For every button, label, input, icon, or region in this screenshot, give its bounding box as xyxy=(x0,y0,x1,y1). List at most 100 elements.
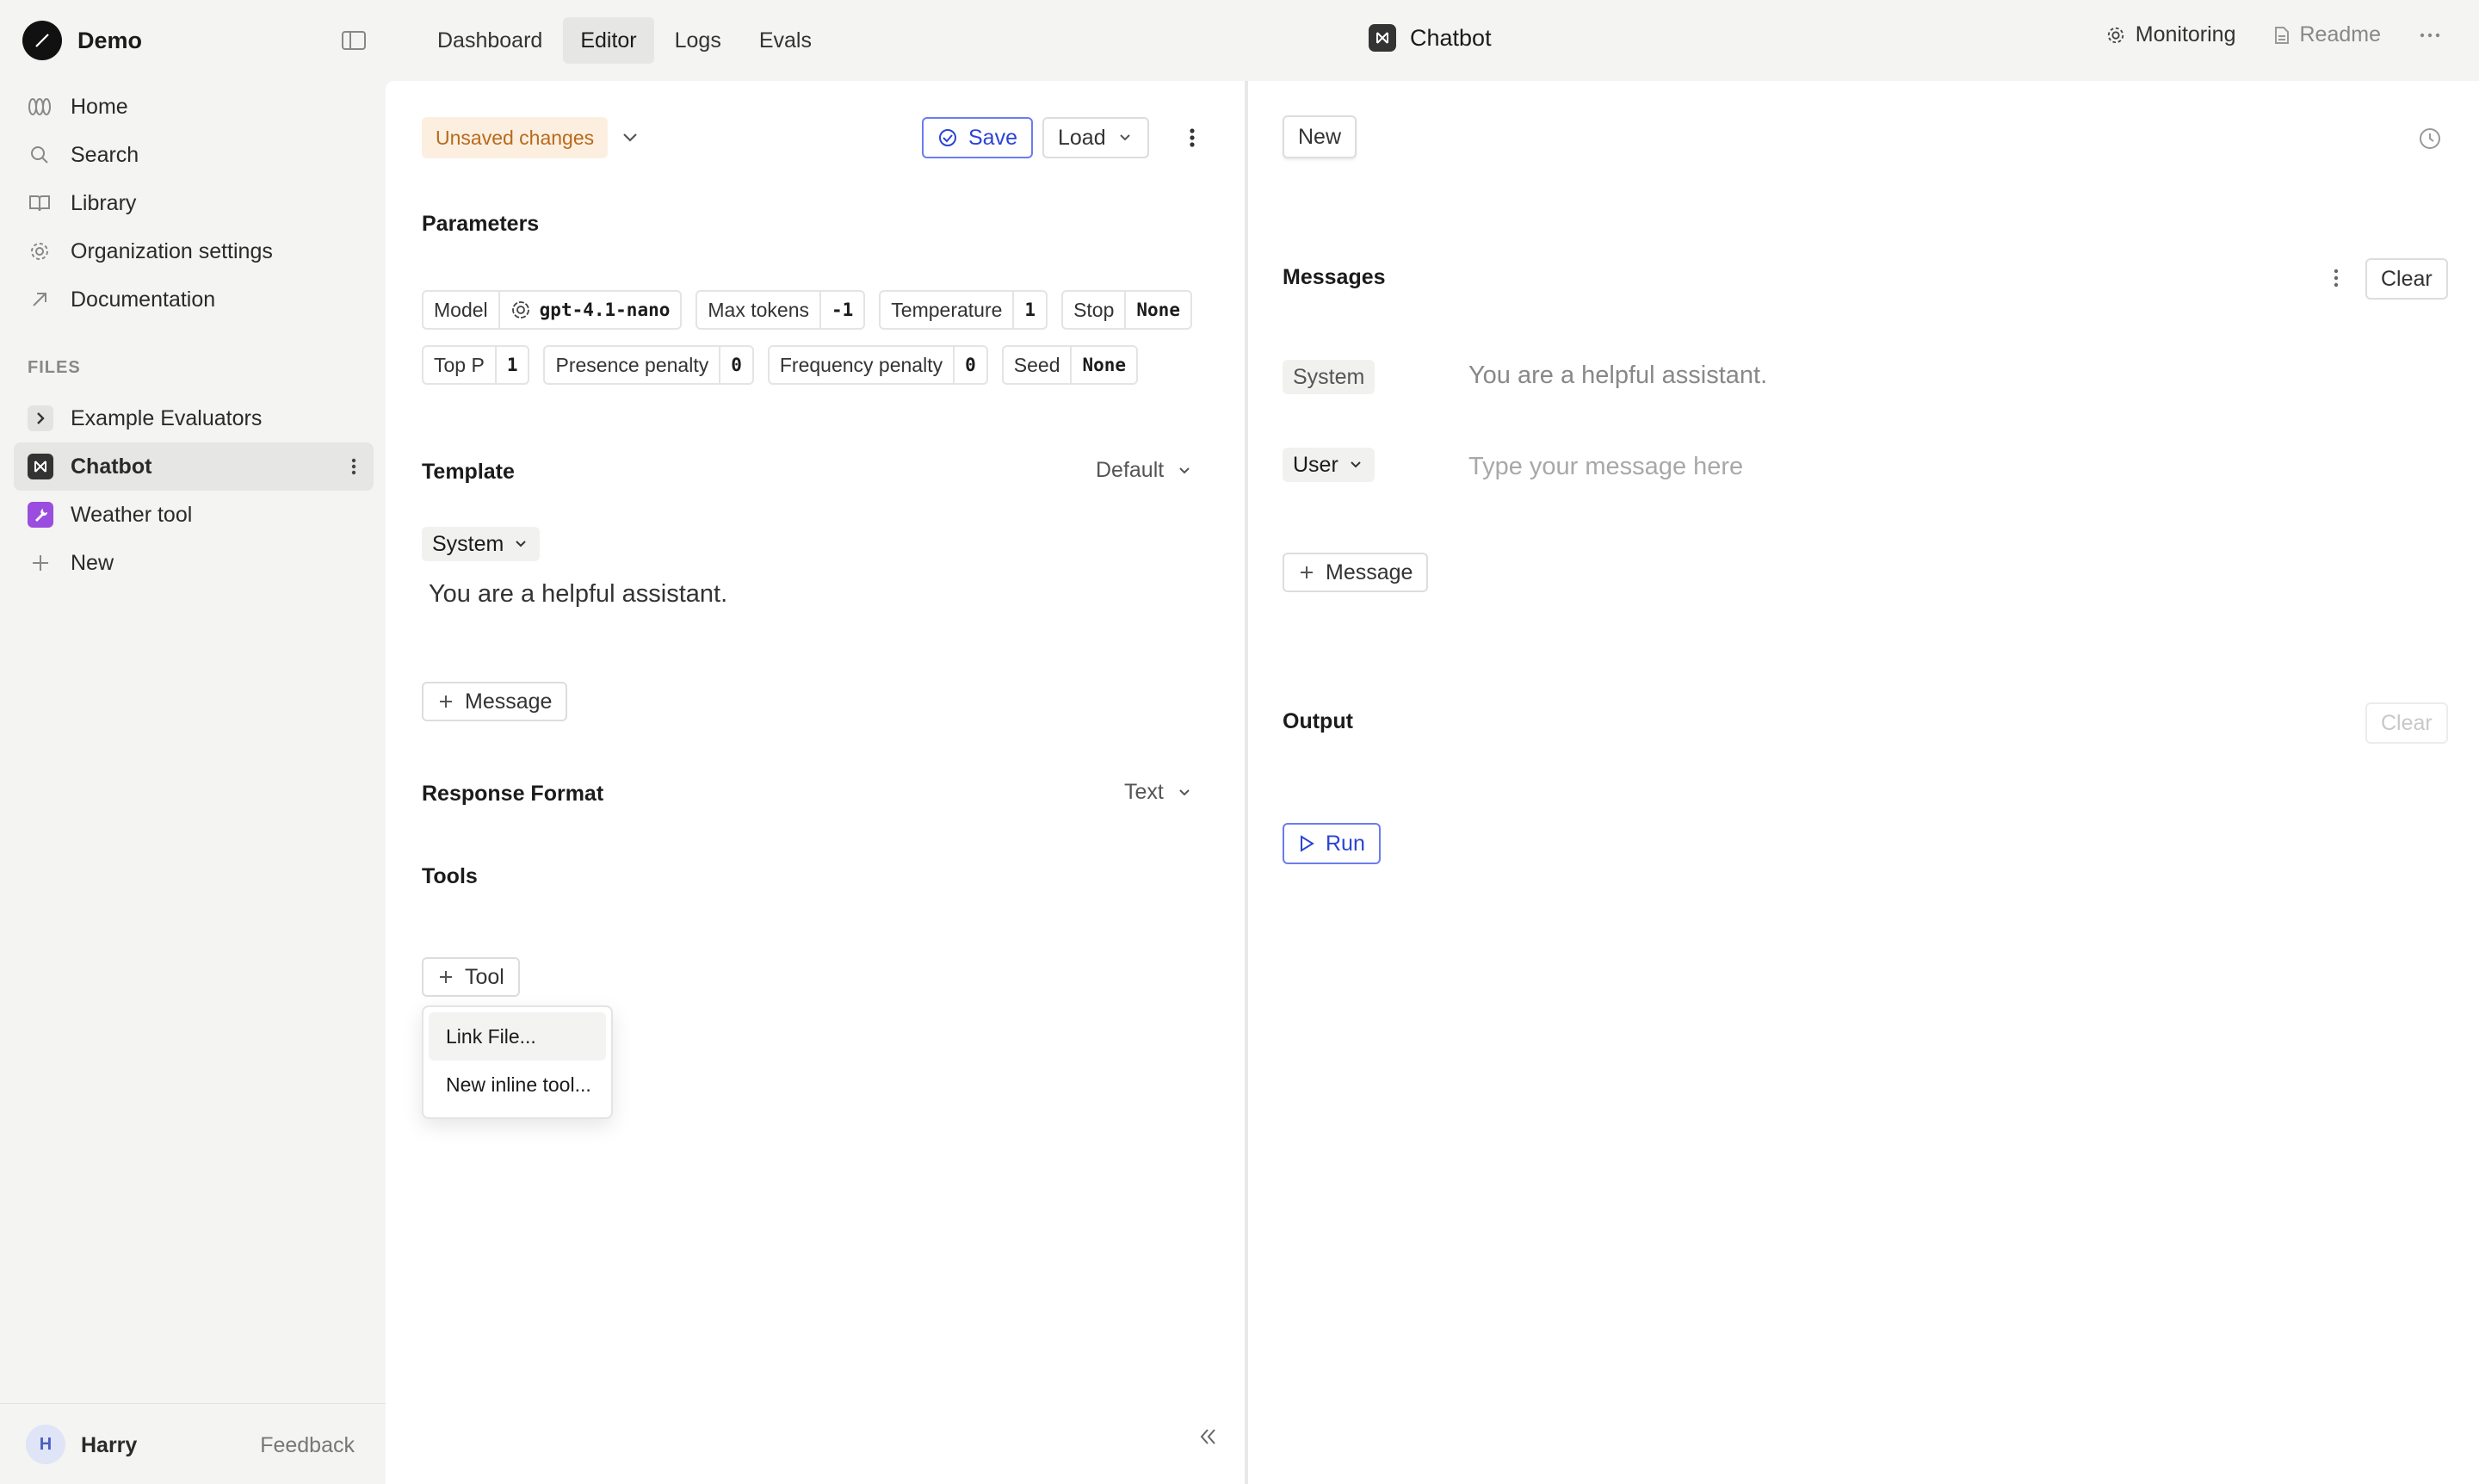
tool-menu: Link File... New inline tool... xyxy=(422,1005,613,1119)
more-horizontal-icon[interactable] xyxy=(2419,32,2441,39)
messages-title: Messages xyxy=(1283,265,1386,289)
more-vertical-icon[interactable] xyxy=(2331,265,2341,291)
param-key: Model xyxy=(434,298,488,321)
sidebar-toggle-icon[interactable] xyxy=(341,29,367,52)
plus-icon xyxy=(1298,564,1315,581)
book-icon xyxy=(28,191,52,215)
chevron-down-icon xyxy=(1347,456,1364,473)
chevrons-left-icon[interactable] xyxy=(1195,1424,1221,1450)
top-actions: Monitoring Readme xyxy=(2068,22,2441,47)
readme-button[interactable]: Readme xyxy=(2274,22,2381,47)
files-section-label: FILES xyxy=(28,358,81,377)
param-value: None xyxy=(1124,292,1190,328)
plus-icon xyxy=(28,550,53,576)
menu-item-link-file[interactable]: Link File... xyxy=(429,1012,606,1060)
user-name[interactable]: Harry xyxy=(81,1433,137,1458)
param-seed[interactable]: Seed None xyxy=(1001,345,1139,385)
output-title: Output xyxy=(1283,709,1353,733)
sidebar-nav: Home Search Library Organization setting… xyxy=(14,83,372,324)
param-presence-penalty[interactable]: Presence penalty 0 xyxy=(543,345,754,385)
sidebar-item-label: Library xyxy=(71,190,137,215)
add-message-button[interactable]: Message xyxy=(422,682,568,721)
file-item-weather-tool[interactable]: Weather tool xyxy=(14,491,374,539)
save-button[interactable]: Save xyxy=(922,117,1033,158)
chevron-down-icon[interactable] xyxy=(618,126,642,150)
gear-icon xyxy=(2106,26,2125,45)
param-key: Seed xyxy=(1013,353,1060,376)
file-item-example-evaluators[interactable]: Example Evaluators xyxy=(14,394,374,442)
user-message-input[interactable]: Type your message here xyxy=(1468,453,1743,481)
param-key: Presence penalty xyxy=(555,353,709,376)
chevron-right-icon[interactable] xyxy=(28,405,53,431)
add-tool-button[interactable]: Tool xyxy=(422,957,520,997)
chevron-down-icon xyxy=(1176,784,1193,801)
feedback-button[interactable]: Feedback xyxy=(260,1433,355,1458)
param-key: Temperature xyxy=(891,298,1003,321)
system-message: You are a helpful assistant. xyxy=(1468,362,1768,389)
sidebar-item-library[interactable]: Library xyxy=(14,179,372,227)
param-key: Top P xyxy=(434,353,485,376)
response-format-value: Text xyxy=(1124,780,1164,804)
add-message-label: Message xyxy=(465,689,553,714)
param-stop[interactable]: Stop None xyxy=(1061,290,1192,330)
load-label: Load xyxy=(1058,125,1106,150)
param-top-p[interactable]: Top P 1 xyxy=(422,345,530,385)
clear-output-button[interactable]: Clear xyxy=(2365,702,2448,744)
load-button[interactable]: Load xyxy=(1042,117,1149,158)
menu-item-new-inline-tool[interactable]: New inline tool... xyxy=(429,1060,606,1109)
chat-panel: New Messages Clear System You are a help… xyxy=(1248,81,2479,1484)
sidebar-item-documentation[interactable]: Documentation xyxy=(14,275,372,324)
tab-evals[interactable]: Evals xyxy=(742,17,829,64)
file-item-new[interactable]: New xyxy=(14,539,374,587)
user-role-select[interactable]: User xyxy=(1283,448,1375,482)
app-root: Demo Home Search Library Organization se… xyxy=(0,0,2479,1484)
template-title: Template xyxy=(422,460,515,484)
tab-editor[interactable]: Editor xyxy=(563,17,654,64)
file-item-label: Chatbot xyxy=(71,454,152,479)
param-model[interactable]: Model gpt-4.1-nano xyxy=(422,290,683,330)
add-chat-message-button[interactable]: Message xyxy=(1283,553,1429,592)
run-button[interactable]: Run xyxy=(1283,823,1381,864)
sidebar-item-search[interactable]: Search xyxy=(14,131,372,179)
param-max-tokens[interactable]: Max tokens -1 xyxy=(695,290,866,330)
document-icon xyxy=(2274,26,2290,45)
file-item-chatbot[interactable]: Chatbot xyxy=(14,442,374,491)
topbar: Dashboard Editor Logs Evals Chatbot Moni… xyxy=(386,0,2479,81)
avatar[interactable]: H xyxy=(26,1425,65,1464)
clear-messages-button[interactable]: Clear xyxy=(2365,258,2448,300)
param-value: 0 xyxy=(719,347,752,383)
plus-icon xyxy=(437,968,454,986)
response-format-select[interactable]: Text xyxy=(1124,780,1193,805)
monitoring-button[interactable]: Monitoring xyxy=(2106,22,2236,47)
system-role-text: System xyxy=(1293,364,1365,389)
param-frequency-penalty[interactable]: Frequency penalty 0 xyxy=(767,345,988,385)
tab-logs[interactable]: Logs xyxy=(658,17,739,64)
save-label: Save xyxy=(968,125,1017,150)
workspace-switcher[interactable]: Demo xyxy=(22,21,142,60)
history-icon[interactable] xyxy=(2417,126,2443,151)
template-message[interactable]: You are a helpful assistant. xyxy=(429,580,727,609)
new-chat-button[interactable]: New xyxy=(1283,115,1357,158)
unsaved-changes-badge[interactable]: Unsaved changes xyxy=(422,117,609,158)
home-icon xyxy=(28,95,52,119)
sidebar-item-label: Organization settings xyxy=(71,238,273,263)
more-vertical-icon[interactable] xyxy=(1187,125,1197,151)
param-value: 0 xyxy=(953,347,986,383)
gear-icon xyxy=(28,239,52,263)
editor-panel: Unsaved changes Save Load Parameters Mod… xyxy=(386,81,1245,1484)
check-circle-icon xyxy=(937,127,958,148)
template-role-value: System xyxy=(432,531,504,556)
param-temperature[interactable]: Temperature 1 xyxy=(879,290,1048,330)
param-key: Frequency penalty xyxy=(779,353,943,376)
template-role-select[interactable]: System xyxy=(422,527,541,561)
workspace-logo-icon xyxy=(22,21,62,60)
sidebar-item-label: Documentation xyxy=(71,287,216,312)
param-value: None xyxy=(1070,347,1136,383)
sidebar-item-organization-settings[interactable]: Organization settings xyxy=(14,227,372,275)
more-vertical-icon[interactable] xyxy=(349,454,358,479)
file-item-label: New xyxy=(71,550,114,575)
file-tree: Example Evaluators Chatbot Weather tool xyxy=(14,394,374,587)
sidebar-item-home[interactable]: Home xyxy=(14,83,372,131)
template-mode-select[interactable]: Default xyxy=(1096,458,1193,483)
tab-dashboard[interactable]: Dashboard xyxy=(420,17,559,64)
